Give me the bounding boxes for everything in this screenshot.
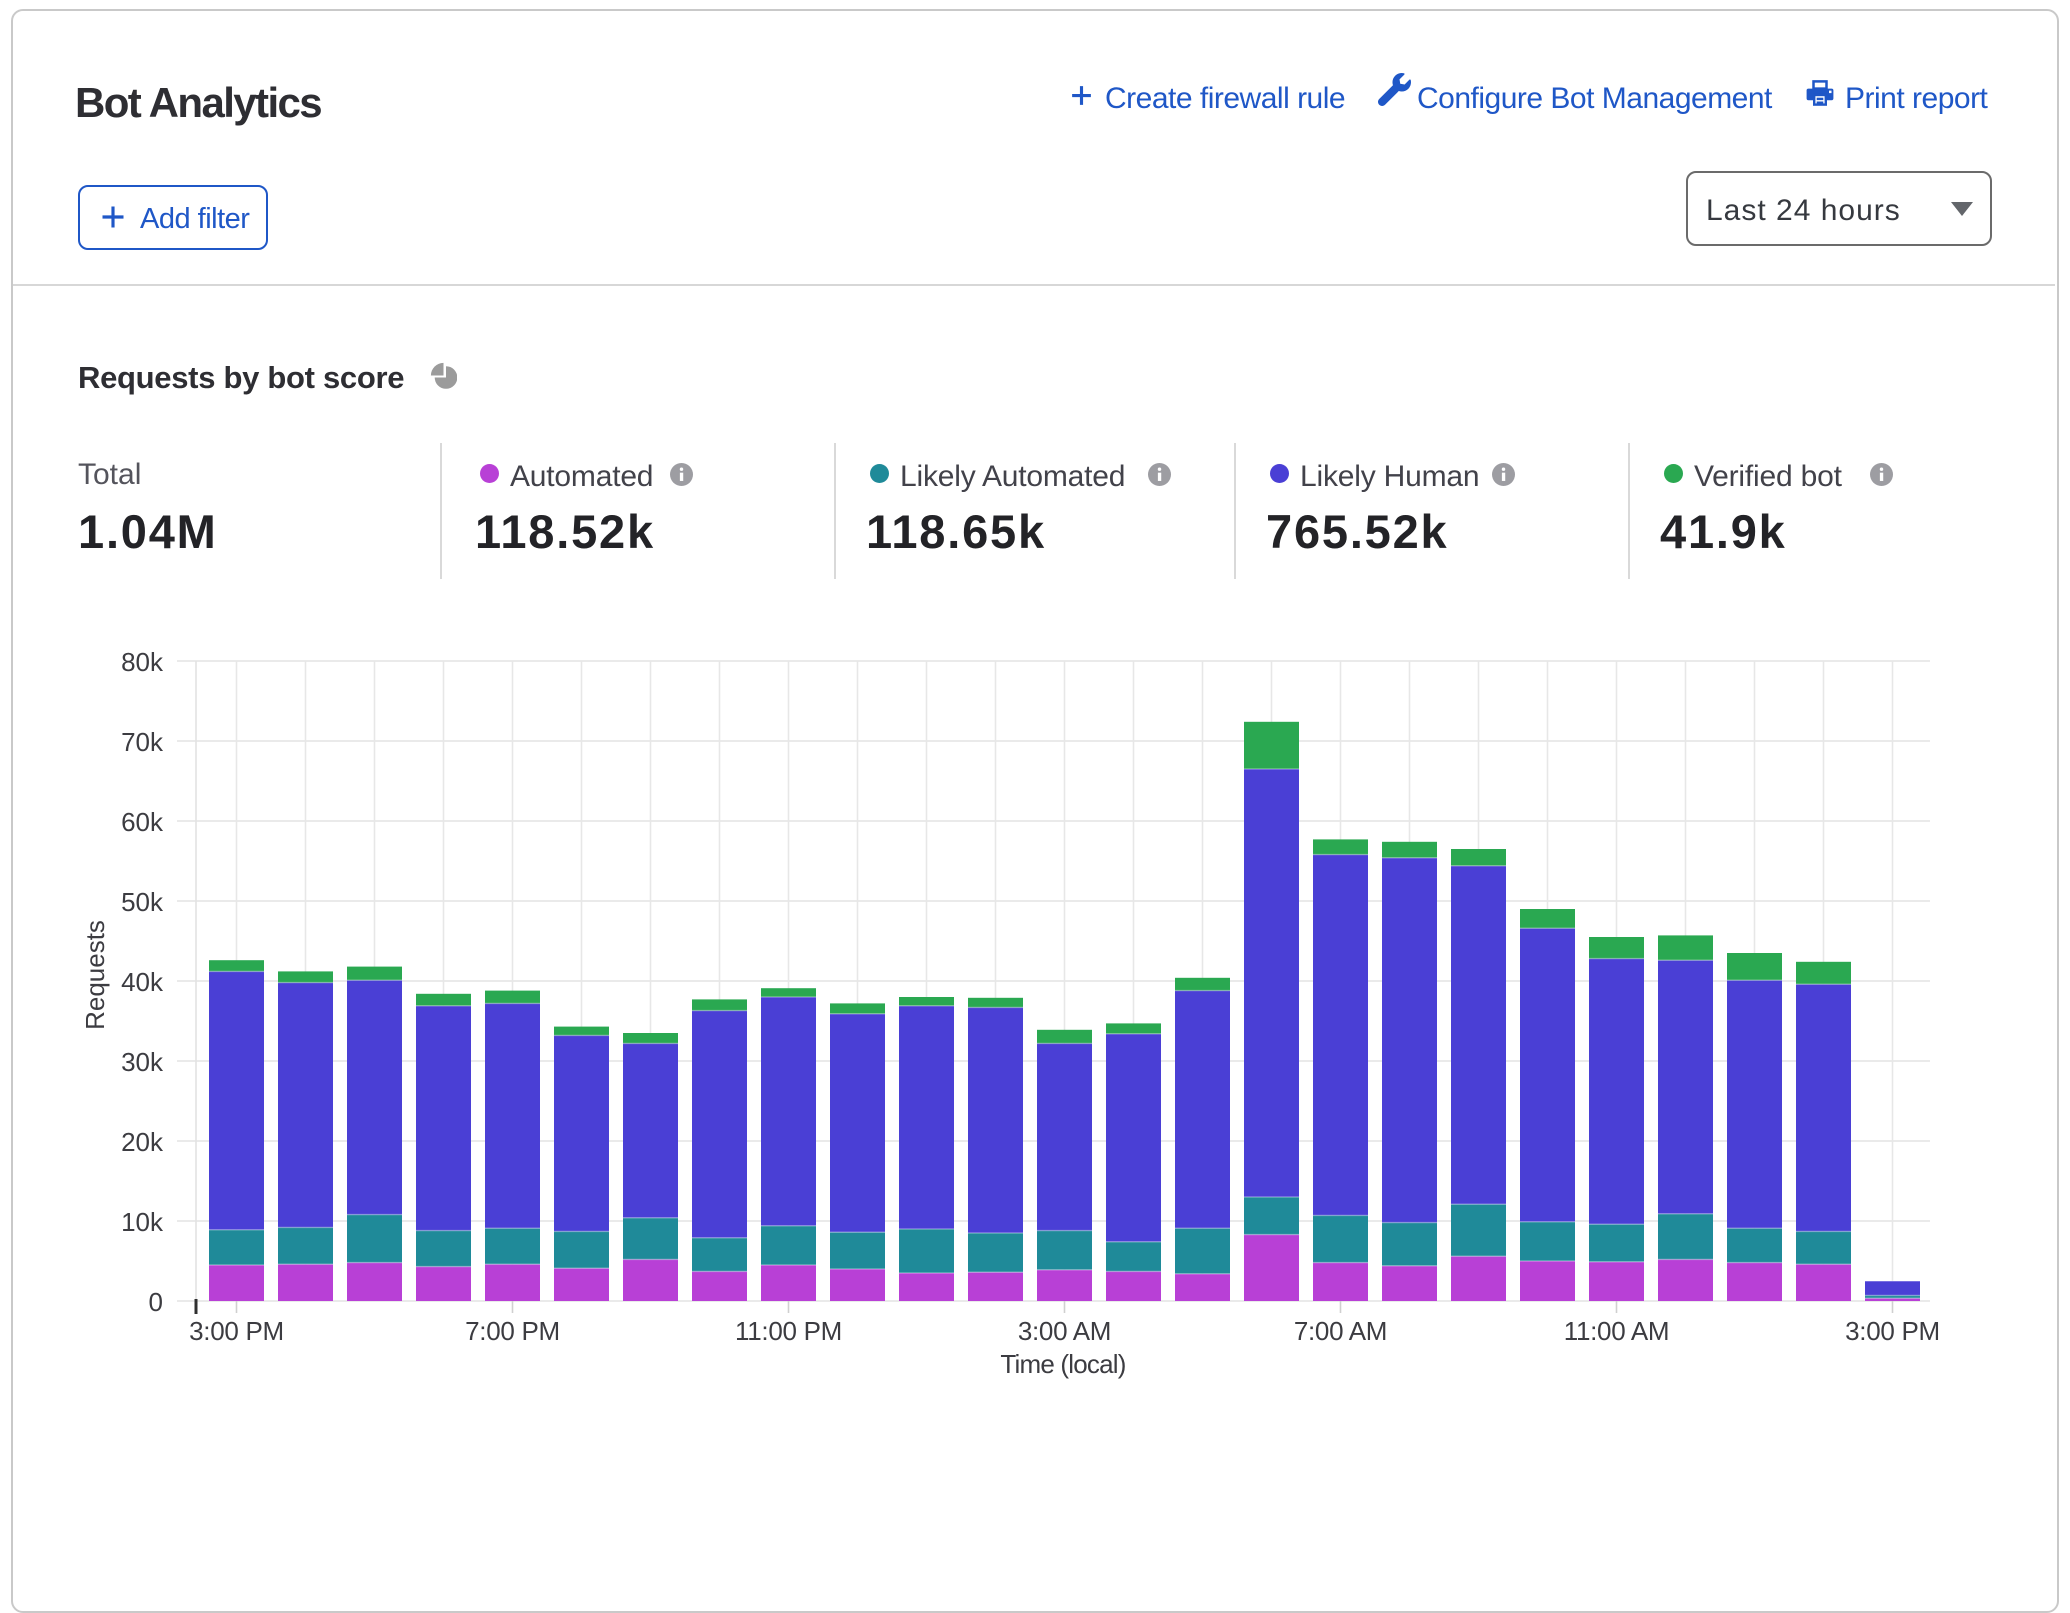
- svg-text:3:00 PM: 3:00 PM: [1845, 1316, 1940, 1346]
- svg-text:50k: 50k: [121, 887, 164, 917]
- svg-text:Time (local): Time (local): [1000, 1349, 1125, 1379]
- svg-text:60k: 60k: [121, 807, 164, 837]
- svg-text:0: 0: [149, 1287, 163, 1317]
- svg-text:11:00 AM: 11:00 AM: [1564, 1316, 1670, 1346]
- svg-text:70k: 70k: [121, 727, 164, 757]
- svg-text:20k: 20k: [121, 1127, 164, 1157]
- svg-text:7:00 AM: 7:00 AM: [1294, 1316, 1387, 1346]
- svg-text:11:00 PM: 11:00 PM: [735, 1316, 842, 1346]
- svg-text:80k: 80k: [121, 647, 164, 677]
- svg-text:10k: 10k: [121, 1207, 164, 1237]
- svg-text:7:00 PM: 7:00 PM: [465, 1316, 560, 1346]
- svg-text:3:00 AM: 3:00 AM: [1018, 1316, 1111, 1346]
- svg-text:30k: 30k: [121, 1047, 164, 1077]
- svg-text:Requests: Requests: [80, 920, 110, 1030]
- svg-text:40k: 40k: [121, 967, 164, 997]
- svg-text:3:00 PM: 3:00 PM: [189, 1316, 284, 1346]
